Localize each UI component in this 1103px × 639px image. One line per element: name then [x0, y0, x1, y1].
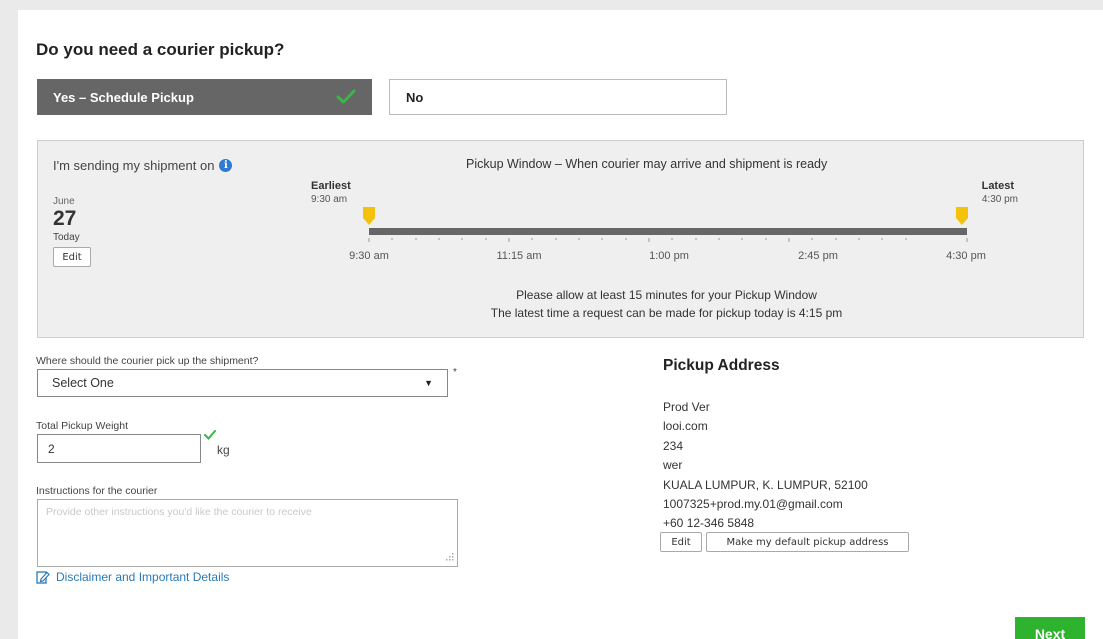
pickup-location-label: Where should the courier pick up the shi… [36, 355, 259, 367]
pickup-location-value: Select One [52, 376, 114, 390]
no-option-label: No [406, 89, 424, 105]
address-line: 1007325+prod.my.01@gmail.com [663, 497, 843, 512]
earliest-time: 9:30 am [311, 194, 348, 205]
ship-month: June [53, 196, 75, 207]
sending-date-label: I'm sending my shipment on i [53, 158, 233, 173]
pickup-window-slider[interactable] [355, 200, 980, 250]
earliest-label: Earliest [311, 180, 351, 192]
pickup-deadline-note: The latest time a request can be made fo… [490, 306, 843, 320]
yes-option-label: Yes – Schedule Pickup [53, 89, 194, 105]
tick-label: 2:45 pm [798, 250, 838, 262]
address-line: KUALA LUMPUR, K. LUMPUR, 52100 [663, 477, 868, 492]
tick-label: 9:30 am [349, 250, 389, 262]
no-option[interactable]: No [389, 79, 727, 115]
address-line: wer [663, 458, 683, 473]
slider-ticks [368, 238, 968, 242]
courier-instructions-textarea[interactable]: Provide other instructions you'd like th… [37, 499, 458, 567]
caret-down-icon: ▼ [424, 378, 433, 388]
yes-schedule-pickup-option[interactable]: Yes – Schedule Pickup [37, 79, 372, 115]
next-button[interactable]: Next [1015, 617, 1085, 639]
pickup-address-title: Pickup Address [663, 357, 780, 374]
disclaimer-link[interactable]: Disclaimer and Important Details [36, 570, 229, 584]
latest-marker-icon[interactable] [956, 207, 968, 225]
pickup-window-title: Pickup Window – When courier may arrive … [466, 157, 828, 171]
make-default-address-button[interactable]: Make my default pickup address [706, 532, 909, 552]
checkmark-icon [336, 89, 356, 104]
info-icon[interactable]: i [219, 159, 233, 172]
required-marker: * [453, 367, 457, 378]
address-line: 234 [663, 438, 684, 453]
pickup-weight-label: Total Pickup Weight [36, 420, 129, 432]
courier-instructions-placeholder: Provide other instructions you'd like th… [46, 506, 312, 518]
tick-label: 11:15 am [496, 250, 542, 262]
courier-instructions-label: Instructions for the courier [36, 485, 158, 497]
document-edit-icon [36, 571, 50, 584]
resize-handle-icon[interactable] [444, 553, 454, 563]
address-line: Prod Ver [663, 400, 710, 414]
tick-label: 1:00 pm [649, 250, 689, 262]
earliest-marker-icon[interactable] [363, 207, 375, 225]
latest-label: Latest [981, 180, 1014, 192]
edit-date-button[interactable]: Edit [53, 247, 91, 267]
address-line: +60 12-346 5848 [663, 516, 755, 531]
address-line: looi.com [663, 419, 708, 434]
ship-today-label: Today [53, 232, 80, 243]
weight-unit: kg [217, 443, 230, 457]
pickup-weight-input[interactable]: 2 [37, 434, 201, 463]
slider-track [369, 228, 967, 235]
valid-checkmark-icon [204, 430, 216, 440]
tick-label: 4:30 pm [946, 250, 986, 262]
edit-address-button[interactable]: Edit [660, 532, 702, 552]
pickup-address-lines: Prod Ver looi.com 234 wer KUALA LUMPUR, … [663, 398, 868, 534]
ship-day: 27 [53, 207, 77, 230]
page-question: Do you need a courier pickup? [36, 40, 285, 59]
pickup-location-select[interactable]: Select One ▼ [37, 369, 448, 397]
pickup-window-note: Please allow at least 15 minutes for you… [516, 288, 817, 302]
